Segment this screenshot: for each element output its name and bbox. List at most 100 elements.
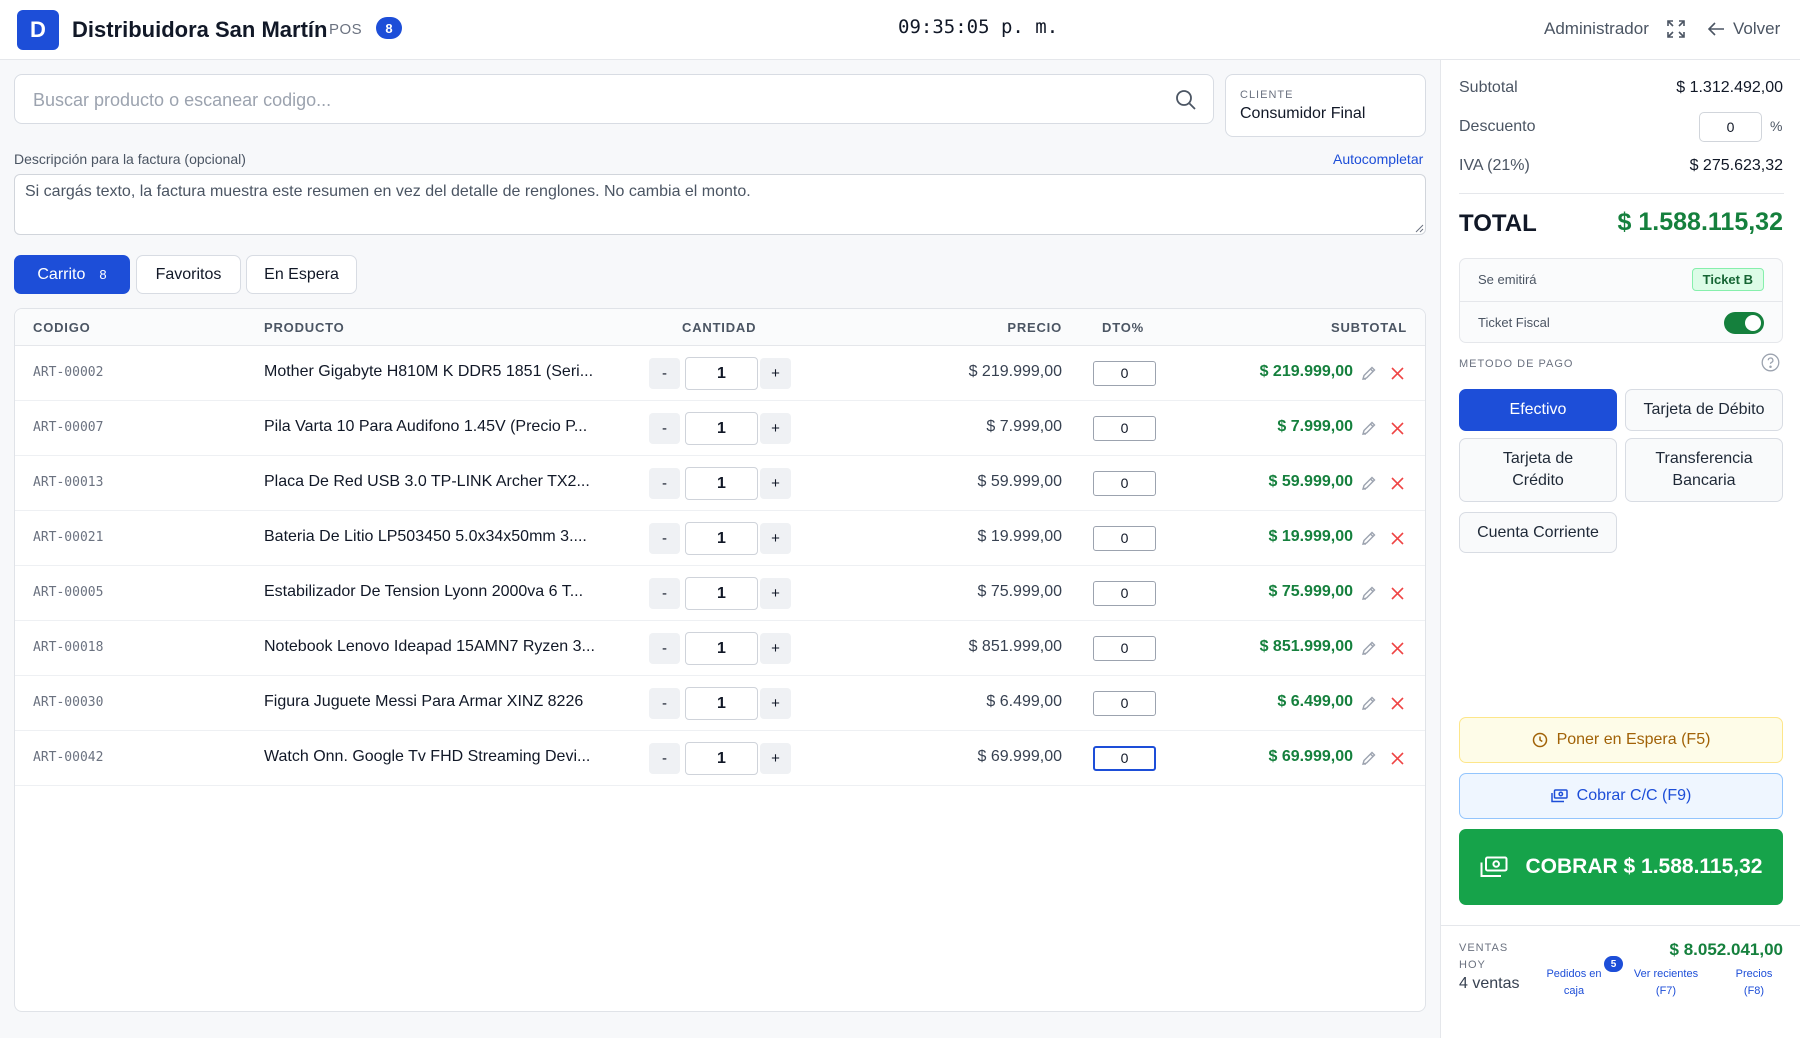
decrease-quantity-button[interactable]: - (649, 688, 680, 719)
tab-cart[interactable]: Carrito 8 (14, 255, 130, 294)
decrease-quantity-button[interactable]: - (649, 578, 680, 609)
divider (1459, 193, 1784, 194)
pencil-icon[interactable] (1360, 750, 1377, 767)
quantity-input[interactable]: 1 (685, 412, 758, 445)
pay-account-button[interactable]: Cuenta Corriente (1459, 512, 1617, 553)
increase-quantity-button[interactable]: + (760, 413, 791, 444)
product-name: Bateria De Litio LP503450 5.0x34x50mm 3.… (264, 528, 587, 545)
decrease-quantity-button[interactable]: - (649, 468, 680, 499)
line-subtotal: $ 851.999,00 (1259, 638, 1353, 655)
resize-grip-icon[interactable] (1414, 223, 1424, 233)
decrease-quantity-button[interactable]: - (649, 358, 680, 389)
notification-badge[interactable]: 8 (376, 17, 402, 39)
increase-quantity-button[interactable]: + (760, 523, 791, 554)
discount-percent-input[interactable]: 0 (1093, 526, 1156, 551)
customer-selector[interactable]: CLIENTE Consumidor Final (1225, 74, 1426, 137)
orders-in-register-link[interactable]: Pedidos en caja (1536, 966, 1612, 1000)
col-price: PRECIO (1007, 320, 1062, 335)
pay-transfer-button[interactable]: Transferencia Bancaria (1625, 438, 1783, 502)
hold-button[interactable]: Poner en Espera (F5) (1459, 717, 1783, 763)
close-icon[interactable] (1390, 641, 1405, 656)
charge-account-button[interactable]: Cobrar C/C (F9) (1459, 773, 1783, 819)
product-name: Figura Juguete Messi Para Armar XINZ 822… (264, 693, 584, 710)
cash-icon (1480, 856, 1508, 877)
close-icon[interactable] (1390, 366, 1405, 381)
close-icon[interactable] (1390, 476, 1405, 491)
close-icon[interactable] (1390, 751, 1405, 766)
unit-price: $ 7.999,00 (986, 418, 1062, 435)
discount-percent-input[interactable]: 0 (1093, 746, 1156, 771)
fiscal-ticket-toggle[interactable] (1724, 312, 1764, 334)
search-input[interactable] (33, 87, 1153, 113)
discount-label: Descuento (1459, 118, 1536, 135)
quantity-input[interactable]: 1 (685, 632, 758, 665)
pencil-icon[interactable] (1360, 475, 1377, 492)
discount-percent-input[interactable]: 0 (1093, 636, 1156, 661)
increase-quantity-button[interactable]: + (760, 633, 791, 664)
back-label: Volver (1733, 19, 1781, 38)
ticket-type-badge: Ticket B (1691, 268, 1764, 291)
quantity-input[interactable]: 1 (685, 357, 758, 390)
pencil-icon[interactable] (1360, 530, 1377, 547)
discount-input[interactable]: 0 (1699, 112, 1762, 142)
tab-on-hold[interactable]: En Espera (246, 255, 357, 294)
customer-value: Consumidor Final (1240, 105, 1366, 122)
decrease-quantity-button[interactable]: - (649, 743, 680, 774)
line-subtotal: $ 6.499,00 (1277, 693, 1353, 710)
discount-percent-input[interactable]: 0 (1093, 581, 1156, 606)
close-icon[interactable] (1390, 421, 1405, 436)
sales-count: 4 ventas (1459, 975, 1520, 992)
orders-count-badge: 5 (1604, 956, 1623, 972)
search-icon[interactable] (1175, 89, 1197, 111)
discount-unit: % (1770, 118, 1783, 134)
pencil-icon[interactable] (1360, 365, 1377, 382)
decrease-quantity-button[interactable]: - (649, 413, 680, 444)
charge-button[interactable]: COBRAR $ 1.588.115,32 (1459, 829, 1783, 905)
recent-sales-link[interactable]: Ver recientes (F7) (1627, 966, 1705, 1000)
discount-percent-input[interactable]: 0 (1093, 416, 1156, 441)
total-value: $ 1.588.115,32 (1617, 208, 1783, 236)
total-label: TOTAL (1459, 210, 1537, 237)
quantity-input[interactable]: 1 (685, 522, 758, 555)
back-button[interactable]: Volver (1708, 19, 1780, 39)
discount-percent-input[interactable]: 0 (1093, 471, 1156, 496)
table-row: ART-00007 Pila Varta 10 Para Audifono 1.4… (15, 401, 1425, 456)
increase-quantity-button[interactable]: + (760, 358, 791, 389)
increase-quantity-button[interactable]: + (760, 578, 791, 609)
fullscreen-icon[interactable] (1666, 19, 1686, 39)
autocomplete-link[interactable]: Autocompletar (1333, 151, 1423, 167)
increase-quantity-button[interactable]: + (760, 743, 791, 774)
close-icon[interactable] (1390, 531, 1405, 546)
pay-cash-button[interactable]: Efectivo (1459, 389, 1617, 431)
line-subtotal: $ 59.999,00 (1268, 473, 1353, 490)
discount-percent-input[interactable]: 0 (1093, 691, 1156, 716)
pay-debit-button[interactable]: Tarjeta de Débito (1625, 389, 1783, 431)
quantity-input[interactable]: 1 (685, 742, 758, 775)
decrease-quantity-button[interactable]: - (649, 523, 680, 554)
pencil-icon[interactable] (1360, 695, 1377, 712)
decrease-quantity-button[interactable]: - (649, 633, 680, 664)
close-icon[interactable] (1390, 586, 1405, 601)
invoice-description-field[interactable] (14, 174, 1426, 235)
divider (1441, 925, 1800, 926)
product-name: Mother Gigabyte H810M K DDR5 1851 (Seri.… (264, 363, 594, 380)
pay-credit-button[interactable]: Tarjeta de Crédito (1459, 438, 1617, 502)
pencil-icon[interactable] (1360, 420, 1377, 437)
quantity-input[interactable]: 1 (685, 577, 758, 610)
increase-quantity-button[interactable]: + (760, 468, 791, 499)
discount-percent-input[interactable]: 0 (1093, 361, 1156, 386)
increase-quantity-button[interactable]: + (760, 688, 791, 719)
close-icon[interactable] (1390, 696, 1405, 711)
product-code: ART-00018 (33, 640, 104, 655)
fiscal-box: Se emitirá Ticket B Ticket Fiscal (1459, 258, 1783, 343)
store-name: Distribuidora San Martín (72, 17, 328, 42)
user-name[interactable]: Administrador (1544, 19, 1649, 39)
pencil-icon[interactable] (1360, 585, 1377, 602)
quantity-input[interactable]: 1 (685, 687, 758, 720)
tab-favorites[interactable]: Favoritos (136, 255, 241, 294)
quantity-input[interactable]: 1 (685, 467, 758, 500)
help-icon[interactable] (1761, 353, 1780, 372)
prices-link[interactable]: Precios (F8) (1726, 966, 1782, 1000)
customer-label: CLIENTE (1240, 89, 1294, 101)
pencil-icon[interactable] (1360, 640, 1377, 657)
